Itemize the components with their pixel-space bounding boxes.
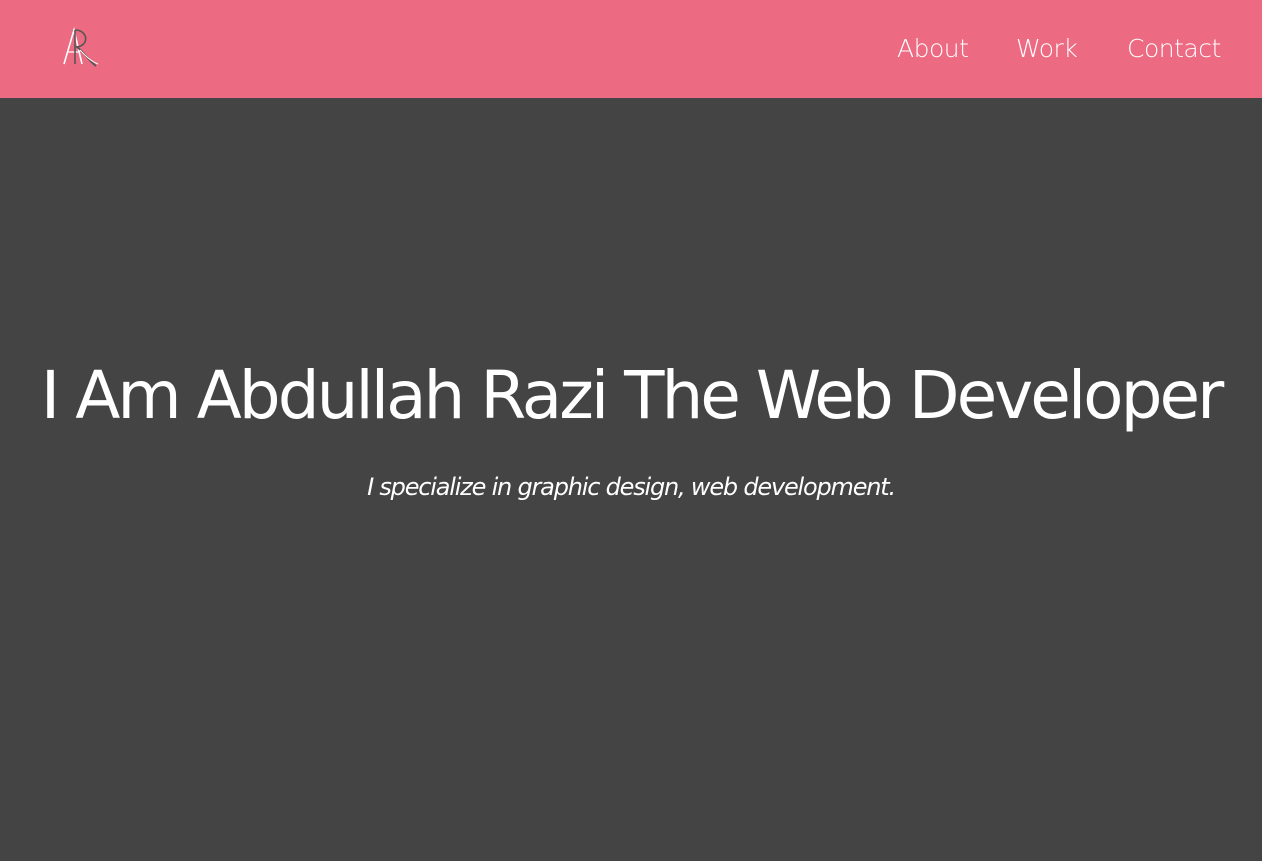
nav-about-link[interactable]: About	[897, 32, 969, 66]
hero-section: I Am Abdullah Razi The Web Developer I s…	[0, 98, 1262, 861]
nav-contact-link[interactable]: Contact	[1127, 32, 1221, 66]
nav-work-link[interactable]: Work	[1016, 32, 1078, 66]
site-logo[interactable]	[58, 20, 102, 72]
site-header: About Work Contact	[0, 0, 1262, 98]
hero-subtitle: I specialize in graphic design, web deve…	[367, 473, 896, 501]
ar-monogram-icon	[63, 26, 99, 67]
hero-title: I Am Abdullah Razi The Web Developer	[40, 357, 1224, 434]
